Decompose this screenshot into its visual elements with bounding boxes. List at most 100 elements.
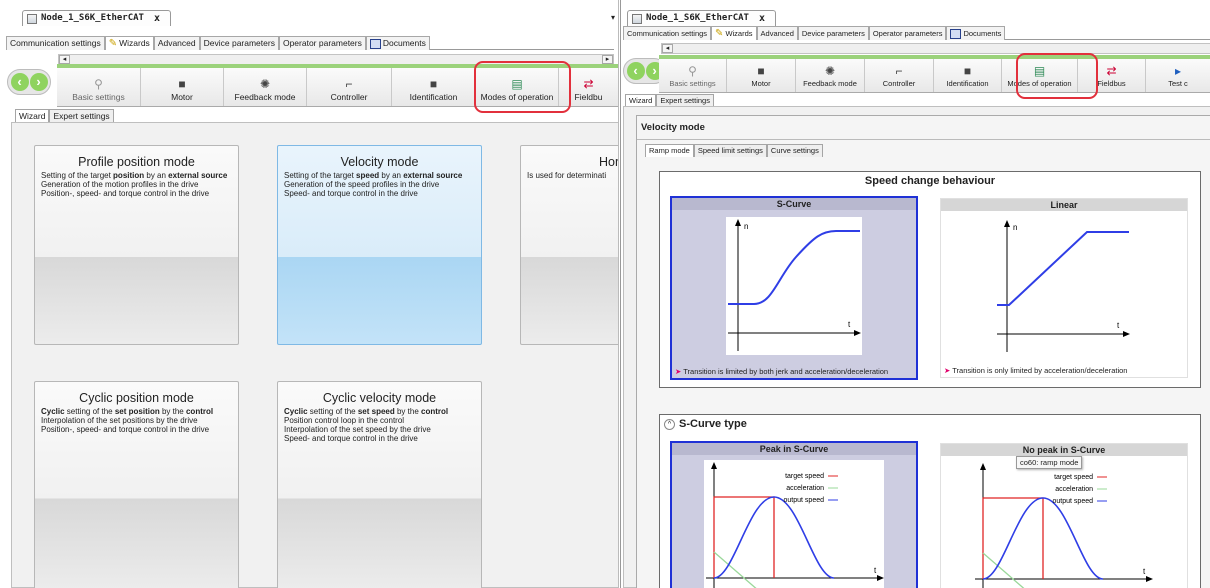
y-axis-arrow	[711, 462, 717, 469]
tab-wizards-label: Wizards	[119, 38, 150, 48]
document-tab-title: Node_1_S6K_EtherCAT	[41, 13, 144, 23]
card-title: Homi	[599, 155, 618, 169]
legend-output-speed: output speed	[1053, 498, 1094, 505]
toolbar-test[interactable]: ▸ Test c	[1146, 59, 1210, 92]
tab-expert-settings[interactable]: Expert settings	[49, 109, 114, 122]
tab-speed-limit-settings[interactable]: Speed limit settings	[693, 144, 767, 157]
card-line: Position control loop in the control	[284, 416, 405, 425]
option-peak-in-s-curve[interactable]: Peak in S-Curve t target speed accelerat…	[670, 441, 918, 588]
dropdown-icon[interactable]: ▾	[611, 13, 615, 22]
arrow-icon: ➤	[944, 366, 951, 375]
option-linear[interactable]: Linear n t ➤ Transition is only limited	[940, 198, 1188, 378]
close-icon[interactable]: x	[759, 11, 765, 26]
tab-documents[interactable]: Documents	[946, 26, 1006, 40]
card-line: Cyclic setting of the set speed by the c…	[284, 407, 449, 416]
toolbar-label: Motor	[751, 79, 771, 88]
mode-card-cyclic-position[interactable]: Cyclic position mode Cyclic setting of t…	[34, 381, 239, 588]
tab-wizard[interactable]: Wizard	[15, 109, 50, 122]
tab-documents-label: Documents	[382, 38, 426, 48]
legend-output-speed: output speed	[784, 497, 825, 504]
mode-card-homing[interactable]: Homi Is used for determinati	[520, 145, 618, 345]
legend-target-speed: target speed	[785, 473, 824, 480]
section-header[interactable]: ^ S-Curve type	[664, 418, 747, 430]
toolbar-controller[interactable]: ⌐ Controller	[307, 68, 392, 106]
tab-communication-settings[interactable]: Communication settings	[623, 26, 712, 40]
document-tab[interactable]: Node_1_S6K_EtherCAT x	[627, 10, 776, 26]
card-title: Cyclic velocity mode	[322, 391, 437, 405]
target-speed-line	[982, 497, 1044, 579]
card-line: Interpolation of the set speed by the dr…	[284, 425, 431, 434]
tab-device-parameters[interactable]: Device parameters	[199, 36, 279, 50]
toolbar-identification[interactable]: ■ Identification	[934, 59, 1002, 92]
toolbar-label: Motor	[171, 92, 193, 102]
mode-card-profile-position[interactable]: Profile position mode Setting of the tar…	[34, 145, 239, 345]
tab-operator-parameters[interactable]: Operator parameters	[278, 36, 366, 50]
toolbar-feedback-mode[interactable]: ✺ Feedback mode	[224, 68, 307, 106]
tab-advanced[interactable]: Advanced	[756, 26, 798, 40]
back-arrow-icon[interactable]: ‹	[10, 73, 29, 91]
speed-change-section: Speed change behaviour S-Curve n t ➤ Tra…	[659, 171, 1201, 388]
legend-acceleration: acceleration	[1055, 486, 1093, 493]
controller-curve-icon: ⌐	[895, 64, 903, 78]
panel-title: Velocity mode	[641, 122, 705, 133]
toolbar-label: Fieldbu	[574, 92, 603, 102]
scroll-left-icon[interactable]: ◂	[59, 55, 70, 64]
tab-communication-settings[interactable]: Communication settings	[6, 36, 105, 50]
forward-arrow-icon[interactable]: ›	[29, 73, 48, 91]
card-line: Position-, speed- and torque control in …	[41, 189, 210, 198]
tab-advanced[interactable]: Advanced	[153, 36, 200, 50]
document-tab[interactable]: Node_1_S6K_EtherCAT x	[22, 10, 171, 26]
y-axis-arrow	[980, 463, 986, 470]
tab-device-parameters[interactable]: Device parameters	[797, 26, 869, 40]
option-title: No peak in S-Curve	[941, 444, 1187, 456]
card-line: Position-, speed- and torque control in …	[41, 425, 210, 434]
toolbar-identification[interactable]: ■ Identification	[392, 68, 476, 106]
no-peak-graph: t target speed acceleration output speed	[975, 463, 1153, 588]
card-line: Interpolation of the set positions by th…	[41, 416, 198, 425]
tab-documents[interactable]: Documents	[365, 36, 430, 50]
option-no-peak-in-s-curve[interactable]: No peak in S-Curve t target speed accele…	[940, 443, 1188, 588]
documents-icon	[369, 38, 381, 49]
card-description: Is used for determinati	[521, 169, 618, 182]
encoder-icon: ✺	[259, 77, 271, 91]
axis-label-t: t	[1117, 321, 1120, 330]
toolbar-motor[interactable]: ■ Motor	[727, 59, 796, 92]
linear-graph: n t	[997, 220, 1130, 352]
x-axis-arrow	[1146, 576, 1153, 582]
scroll-right-icon[interactable]: ▸	[602, 55, 613, 64]
mode-card-cyclic-velocity[interactable]: Cyclic velocity mode Cyclic setting of t…	[277, 381, 482, 588]
card-line: Generation of the motion profiles in the…	[41, 180, 199, 189]
main-tabs: Communication settings ✎ Wizards Advanced…	[623, 26, 1210, 40]
tab-operator-parameters[interactable]: Operator parameters	[868, 26, 947, 40]
arrow-icon: ➤	[675, 367, 682, 376]
toolbar-basic-settings[interactable]: ⚲ Basic settings	[57, 68, 141, 106]
collapse-icon[interactable]: ^	[664, 418, 675, 430]
motor-icon: ■	[178, 77, 186, 91]
card-line: Setting of the target position by an ext…	[41, 171, 228, 180]
option-s-curve[interactable]: S-Curve n t ➤ Transition is limited by b…	[670, 196, 918, 380]
card-line: Generation of the speed profiles in the …	[284, 180, 440, 189]
back-arrow-icon[interactable]: ‹	[626, 62, 645, 80]
card-line: Is used for determinati	[527, 171, 607, 180]
option-title: Linear	[941, 199, 1187, 211]
toolbar-basic-settings[interactable]: ⚲ Basic settings	[659, 59, 727, 92]
card-title: Velocity mode	[340, 155, 419, 169]
toolbar-controller[interactable]: ⌐ Controller	[865, 59, 934, 92]
tab-wizards[interactable]: ✎ Wizards	[104, 36, 154, 50]
motor-icon: ■	[429, 77, 438, 91]
horizontal-scrollbar[interactable]: ◂	[661, 43, 1210, 54]
peak-plot: t target speed acceleration output speed	[704, 460, 884, 588]
close-icon[interactable]: x	[154, 11, 160, 26]
tab-curve-settings[interactable]: Curve settings	[766, 144, 823, 157]
velocity-mode-panel: Velocity mode Ramp mode Speed limit sett…	[636, 115, 1210, 588]
toolbar-motor[interactable]: ■ Motor	[141, 68, 224, 106]
tab-ramp-mode[interactable]: Ramp mode	[645, 144, 694, 157]
mode-card-velocity[interactable]: Velocity mode Setting of the target spee…	[277, 145, 482, 345]
scroll-left-icon[interactable]: ◂	[662, 44, 673, 53]
card-description: Cyclic setting of the set position by th…	[35, 405, 238, 436]
acceleration-line	[713, 551, 757, 588]
tab-wizards[interactable]: ✎ Wizards	[711, 26, 757, 40]
toolbar-feedback-mode[interactable]: ✺ Feedback mode	[796, 59, 865, 92]
axis-label-t: t	[874, 566, 877, 575]
card-description: Cyclic setting of the set speed by the c…	[278, 405, 481, 445]
